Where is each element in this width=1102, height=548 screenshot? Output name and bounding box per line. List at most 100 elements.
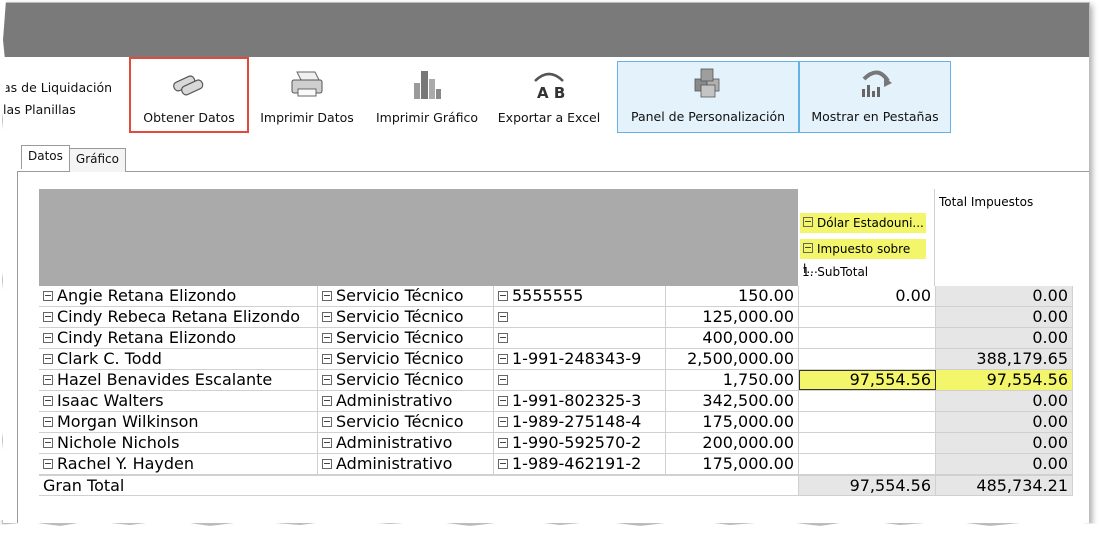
- table-row[interactable]: Clark C. Todd Servicio Técnico 1-991-248…: [39, 349, 1073, 370]
- table-row[interactable]: Morgan Wilkinson Servicio Técnico 1-989-…: [39, 412, 1073, 433]
- dept-cell: Servicio Técnico: [318, 328, 494, 348]
- tab-datos[interactable]: Datos: [21, 145, 70, 169]
- amount-cell: 2,500,000.00: [666, 349, 799, 369]
- dept-cell: Administrativo: [318, 433, 494, 453]
- grand-total-subtotal: 97,554.56: [799, 476, 936, 495]
- dept-cell: Administrativo: [318, 391, 494, 411]
- left-link-liquidacion[interactable]: as de Liquidación: [3, 77, 112, 99]
- dollar-field-header[interactable]: Dólar Estadouni...: [800, 213, 926, 233]
- name-cell: Cindy Retana Elizondo: [39, 328, 318, 348]
- total-cell: 0.00: [936, 454, 1073, 474]
- bar-chart-icon: [405, 66, 449, 102]
- panel-personalizacion-label: Panel de Personalización: [630, 109, 786, 124]
- amount-cell: 175,000.00: [666, 412, 799, 432]
- dept-cell: Administrativo: [318, 454, 494, 474]
- svg-text:A B: A B: [537, 84, 565, 101]
- table-row[interactable]: Hazel Benavides Escalante Servicio Técni…: [39, 370, 1073, 391]
- subtotal-header: 1. SubTotal: [802, 265, 869, 279]
- tab-strip: Datos Gráfico: [21, 145, 126, 172]
- amount-cell: 400,000.00: [666, 328, 799, 348]
- amount-cell: 342,500.00: [666, 391, 799, 411]
- grand-total-total: 485,734.21: [936, 476, 1073, 495]
- table-row[interactable]: Angie Retana Elizondo Servicio Técnico 5…: [39, 286, 1073, 307]
- mostrar-pestanas-label: Mostrar en Pestañas: [811, 109, 939, 124]
- id-cell: 1-991-248343-9: [494, 349, 666, 369]
- id-cell: 1-989-275148-4: [494, 412, 666, 432]
- pivot-column-header: Dólar Estadouni... Impuesto sobre l... 1…: [798, 189, 935, 286]
- subtotal-cell: [799, 412, 936, 432]
- subtotal-cell: 0.00: [799, 286, 936, 306]
- left-link-planillas[interactable]: las Planillas: [3, 99, 112, 121]
- grand-total-label: Gran Total: [39, 476, 799, 495]
- exportar-excel-button[interactable]: A B Exportar a Excel: [489, 57, 609, 133]
- id-cell: 5555555: [494, 286, 666, 306]
- name-cell: Morgan Wilkinson: [39, 412, 318, 432]
- name-cell: Clark C. Todd: [39, 349, 318, 369]
- total-cell: 0.00: [936, 412, 1073, 432]
- imprimir-grafico-label: Imprimir Gráfico: [375, 110, 479, 125]
- torn-left-edge: [0, 0, 7, 520]
- id-cell: 1-991-802325-3: [494, 391, 666, 411]
- total-cell: 0.00: [936, 328, 1073, 348]
- pivot-header-area: [39, 189, 798, 286]
- dept-cell: Servicio Técnico: [318, 412, 494, 432]
- name-cell: Hazel Benavides Escalante: [39, 370, 318, 390]
- total-cell: 0.00: [936, 286, 1073, 306]
- id-cell: [494, 328, 666, 348]
- total-impuestos-header: Total Impuestos: [935, 189, 1073, 286]
- dept-cell: Servicio Técnico: [318, 370, 494, 390]
- amount-cell: 125,000.00: [666, 307, 799, 327]
- name-cell: Rachel Y. Hayden: [39, 454, 318, 474]
- total-cell: 0.00: [936, 391, 1073, 411]
- table-row[interactable]: Nichole Nichols Administrativo 1-990-592…: [39, 433, 1073, 454]
- name-cell: Nichole Nichols: [39, 433, 318, 453]
- subtotal-cell: [799, 433, 936, 453]
- imprimir-datos-label: Imprimir Datos: [260, 110, 354, 125]
- subtotal-cell-selected[interactable]: 97,554.56: [799, 370, 936, 390]
- imprimir-datos-button[interactable]: Imprimir Datos: [253, 57, 361, 133]
- subtotal-cell: [799, 328, 936, 348]
- total-cell: 0.00: [936, 307, 1073, 327]
- ab-text-icon: A B: [527, 66, 571, 102]
- table-row[interactable]: Rachel Y. Hayden Administrativo 1-989-46…: [39, 454, 1073, 475]
- tax-field-header[interactable]: Impuesto sobre l...: [800, 239, 926, 276]
- name-cell: Isaac Walters: [39, 391, 318, 411]
- subtotal-cell: [799, 391, 936, 411]
- title-bar: [3, 3, 1089, 57]
- tab-grafico[interactable]: Gráfico: [68, 148, 126, 172]
- binoculars-icon: [167, 66, 211, 102]
- total-cell-highlighted: 97,554.56: [936, 370, 1073, 390]
- id-cell: 1-990-592570-2: [494, 433, 666, 453]
- obtener-datos-label: Obtener Datos: [143, 110, 235, 125]
- subtotal-cell: [799, 349, 936, 369]
- table-row[interactable]: Cindy Rebeca Retana Elizondo Servicio Té…: [39, 307, 1073, 328]
- total-cell: 388,179.65: [936, 349, 1073, 369]
- amount-cell: 175,000.00: [666, 454, 799, 474]
- torn-edge: [0, 520, 1102, 548]
- obtener-datos-button[interactable]: Obtener Datos: [129, 57, 249, 133]
- exportar-excel-label: Exportar a Excel: [497, 110, 601, 125]
- chart-arrow-icon: [853, 65, 897, 101]
- subtotal-cell: [799, 454, 936, 474]
- left-links: as de Liquidación las Planillas: [3, 77, 112, 121]
- amount-cell: 200,000.00: [666, 433, 799, 453]
- amount-cell: 150.00: [666, 286, 799, 306]
- name-cell: Angie Retana Elizondo: [39, 286, 318, 306]
- app-window: as de Liquidación las Planillas Obtener …: [2, 2, 1090, 524]
- id-cell: [494, 370, 666, 390]
- cubes-icon: [686, 65, 730, 101]
- mostrar-pestanas-button[interactable]: Mostrar en Pestañas: [799, 61, 951, 133]
- id-cell: 1-989-462191-2: [494, 454, 666, 474]
- table-row[interactable]: Isaac Walters Administrativo 1-991-80232…: [39, 391, 1073, 412]
- dept-cell: Servicio Técnico: [318, 349, 494, 369]
- imprimir-grafico-button[interactable]: Imprimir Gráfico: [369, 57, 485, 133]
- dept-cell: Servicio Técnico: [318, 286, 494, 306]
- amount-cell: 1,750.00: [666, 370, 799, 390]
- grand-total-row: Gran Total 97,554.56 485,734.21: [39, 475, 1073, 496]
- name-cell: Cindy Rebeca Retana Elizondo: [39, 307, 318, 327]
- dept-cell: Servicio Técnico: [318, 307, 494, 327]
- id-cell: [494, 307, 666, 327]
- table-row[interactable]: Cindy Retana Elizondo Servicio Técnico 4…: [39, 328, 1073, 349]
- panel-personalizacion-button[interactable]: Panel de Personalización: [617, 61, 799, 133]
- subtotal-cell: [799, 307, 936, 327]
